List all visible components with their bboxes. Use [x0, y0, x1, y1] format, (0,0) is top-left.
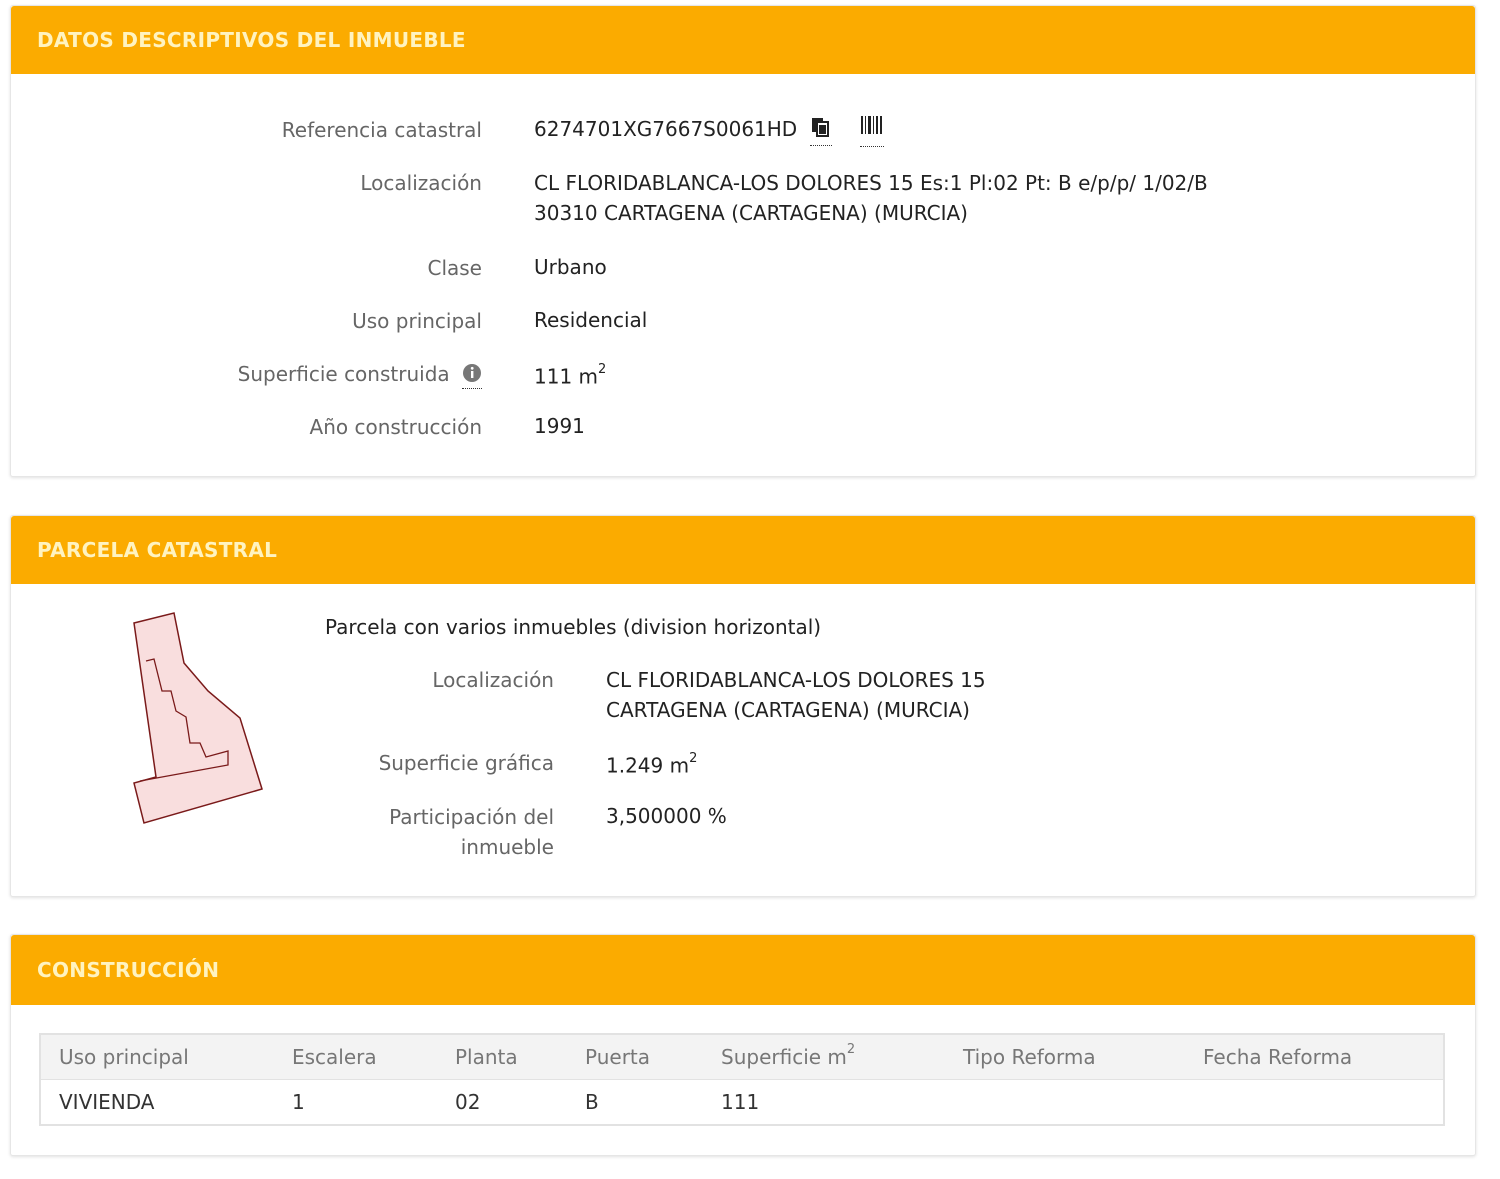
label-participacion: Participación del inmueble	[389, 802, 554, 862]
panel-parcela-catastral: PARCELA CATASTRAL Parcela con varios inm…	[10, 515, 1476, 897]
col-header-uso-principal: Uso principal	[40, 1034, 274, 1080]
participacion-label-line1: Participación del	[389, 805, 554, 829]
panel-header: PARCELA CATASTRAL	[11, 516, 1475, 584]
col-header-superficie: Superficie m2	[703, 1034, 945, 1080]
cell-planta: 02	[437, 1079, 567, 1125]
unit-superscript: 2	[846, 1042, 856, 1058]
label-superficie-grafica: Superficie gráfica	[378, 751, 554, 775]
info-icon[interactable]	[462, 363, 482, 389]
cell-puerta: B	[567, 1079, 703, 1125]
col-header-puerta: Puerta	[567, 1034, 703, 1080]
label-ano-construccion: Año construcción	[309, 415, 482, 439]
copy-icon[interactable]	[809, 115, 832, 146]
panel-datos-descriptivos: DATOS DESCRIPTIVOS DEL INMUEBLE Referenc…	[10, 5, 1476, 477]
barcode-icon[interactable]	[859, 114, 884, 147]
table-header-row: Uso principal Escalera Planta Puerta Sup…	[40, 1034, 1444, 1080]
cell-fecha-reforma	[1185, 1079, 1444, 1125]
value-participacion: 3,500000 %	[606, 804, 727, 828]
localizacion-line2: 30310 CARTAGENA (CARTAGENA) (MURCIA)	[534, 201, 968, 225]
cell-superficie: 111	[703, 1079, 945, 1125]
col-header-tipo-reforma: Tipo Reforma	[945, 1034, 1185, 1080]
construccion-table: Uso principal Escalera Planta Puerta Sup…	[39, 1033, 1445, 1126]
label-localizacion: Localización	[360, 171, 482, 195]
label-clase: Clase	[427, 256, 482, 280]
label-superficie-construida: Superficie construida	[238, 362, 482, 389]
parcel-map-image[interactable]	[116, 611, 296, 841]
participacion-label-line2: inmueble	[460, 835, 554, 859]
panel-title: CONSTRUCCIÓN	[37, 958, 220, 982]
superficie-header-text: Superficie m	[721, 1045, 847, 1069]
panel-construccion: CONSTRUCCIÓN Uso principal Escalera Plan…	[10, 934, 1476, 1156]
value-superficie-construida: 111 m2	[534, 358, 606, 392]
value-localizacion: CL FLORIDABLANCA-LOS DOLORES 15 Es:1 Pl:…	[534, 168, 1208, 228]
unit-superscript: 2	[598, 362, 607, 377]
referencia-catastral-text[interactable]: 6274701XG7667S0061HD	[534, 117, 797, 141]
localizacion-line1: CL FLORIDABLANCA-LOS DOLORES 15 Es:1 Pl:…	[534, 171, 1208, 195]
value-referencia-catastral: 6274701XG7667S0061HD	[534, 114, 884, 147]
label-referencia-catastral: Referencia catastral	[281, 118, 482, 142]
label-uso-principal: Uso principal	[352, 309, 482, 333]
value-uso-principal: Residencial	[534, 308, 648, 332]
superficie-construida-text: Superficie construida	[237, 362, 450, 386]
panel-header: DATOS DESCRIPTIVOS DEL INMUEBLE	[11, 6, 1475, 74]
cell-escalera: 1	[274, 1079, 437, 1125]
unit-superscript: 2	[689, 751, 698, 766]
col-header-fecha-reforma: Fecha Reforma	[1185, 1034, 1444, 1080]
value-superficie-grafica: 1.249 m2	[606, 747, 697, 781]
value-clase: Urbano	[534, 255, 607, 279]
col-header-planta: Planta	[437, 1034, 567, 1080]
table-row: VIVIENDA 1 02 B 111	[40, 1079, 1444, 1125]
cell-tipo-reforma	[945, 1079, 1185, 1125]
cell-uso-principal: VIVIENDA	[40, 1079, 274, 1125]
parcela-subtitle: Parcela con varios inmuebles (division h…	[325, 615, 822, 639]
col-header-escalera: Escalera	[274, 1034, 437, 1080]
panel-title: DATOS DESCRIPTIVOS DEL INMUEBLE	[37, 28, 466, 52]
panel-header: CONSTRUCCIÓN	[11, 935, 1475, 1005]
value-ano-construccion: 1991	[534, 414, 585, 438]
parcela-localizacion-line1: CL FLORIDABLANCA-LOS DOLORES 15	[606, 668, 986, 692]
parcela-localizacion-line2: CARTAGENA (CARTAGENA) (MURCIA)	[606, 698, 970, 722]
superficie-grafica-value: 1.249 m	[606, 753, 690, 778]
superficie-construida-value: 111 m	[534, 364, 599, 389]
value-parcela-localizacion: CL FLORIDABLANCA-LOS DOLORES 15 CARTAGEN…	[606, 665, 986, 725]
label-parcela-localizacion: Localización	[432, 668, 554, 692]
panel-title: PARCELA CATASTRAL	[37, 538, 278, 562]
